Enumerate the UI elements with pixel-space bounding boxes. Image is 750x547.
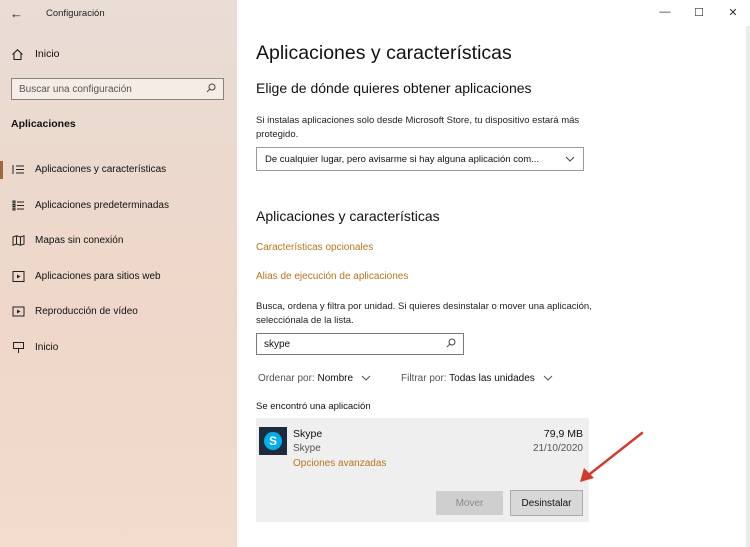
video-icon bbox=[11, 305, 25, 319]
back-arrow-icon[interactable]: ← bbox=[10, 6, 23, 21]
list-icon bbox=[11, 163, 25, 177]
sort-label: Ordenar por: bbox=[258, 373, 315, 384]
advanced-options-link[interactable]: Opciones avanzadas bbox=[293, 458, 386, 469]
optional-features-link[interactable]: Características opcionales bbox=[256, 242, 373, 253]
sidebar-item-web-apps[interactable]: Aplicaciones para sitios web bbox=[0, 259, 237, 295]
sort-by-control[interactable]: Ordenar por: Nombre bbox=[258, 373, 371, 384]
maximize-button[interactable]: ☐ bbox=[682, 0, 716, 24]
search-icon bbox=[446, 338, 456, 351]
sidebar-item-label: Reproducción de vídeo bbox=[35, 306, 138, 318]
chevron-down-icon bbox=[361, 373, 371, 384]
app-source-dropdown[interactable]: De cualquier lugar, pero avisarme si hay… bbox=[256, 147, 584, 171]
web-apps-icon bbox=[11, 269, 25, 283]
page-title: Aplicaciones y características bbox=[256, 42, 512, 64]
app-list-item-skype[interactable]: S Skype Skype Opciones avanzadas 79,9 MB… bbox=[256, 418, 589, 522]
search-icon bbox=[206, 83, 216, 96]
minimize-button[interactable]: — bbox=[648, 0, 682, 24]
skype-icon-letter: S bbox=[264, 432, 282, 450]
move-button[interactable]: Mover bbox=[436, 491, 503, 515]
app-publisher: Skype bbox=[293, 443, 321, 454]
app-title: Configuración bbox=[46, 8, 105, 19]
sidebar-home[interactable]: Inicio bbox=[10, 47, 60, 61]
sidebar-section-title: Aplicaciones bbox=[11, 118, 76, 130]
map-icon bbox=[11, 234, 25, 248]
annotation-arrow-icon bbox=[580, 431, 644, 482]
chevron-down-icon bbox=[565, 154, 575, 164]
sidebar-item-default-apps[interactable]: Aplicaciones predeterminadas bbox=[0, 188, 237, 224]
apps-heading: Aplicaciones y características bbox=[256, 208, 440, 224]
filter-by-drive-control[interactable]: Filtrar por: Todas las unidades bbox=[401, 373, 553, 384]
window-controls: — ☐ ✕ bbox=[648, 0, 750, 26]
drive-value: Todas las unidades bbox=[449, 373, 535, 384]
close-button[interactable]: ✕ bbox=[716, 0, 750, 24]
sidebar-home-label: Inicio bbox=[35, 48, 60, 60]
sidebar-item-label: Aplicaciones para sitios web bbox=[35, 270, 161, 282]
skype-icon: S bbox=[259, 427, 287, 455]
title-bar: ← Configuración bbox=[0, 0, 237, 28]
app-search-value: skype bbox=[264, 338, 291, 350]
dropdown-value: De cualquier lugar, pero avisarme si hay… bbox=[265, 153, 540, 165]
app-name: Skype bbox=[293, 428, 323, 440]
results-count: Se encontró una aplicación bbox=[256, 401, 371, 412]
sort-value: Nombre bbox=[317, 373, 354, 384]
default-apps-icon bbox=[11, 198, 25, 212]
source-description: Si instalas aplicaciones solo desde Micr… bbox=[256, 115, 580, 140]
sidebar-item-label: Mapas sin conexión bbox=[35, 235, 124, 247]
sidebar-item-offline-maps[interactable]: Mapas sin conexión bbox=[0, 223, 237, 259]
drive-label: Filtrar por: bbox=[401, 373, 447, 384]
source-heading: Elige de dónde quieres obtener aplicacio… bbox=[256, 80, 532, 96]
home-icon bbox=[10, 47, 24, 61]
chevron-down-icon bbox=[543, 373, 553, 384]
sidebar-item-video-playback[interactable]: Reproducción de vídeo bbox=[0, 294, 237, 330]
sidebar: ← Configuración Inicio Buscar una config… bbox=[0, 0, 237, 547]
filter-description: Busca, ordena y filtra por unidad. Si qu… bbox=[256, 301, 592, 326]
sidebar-item-label: Aplicaciones y características bbox=[35, 164, 167, 176]
sidebar-item-apps-features[interactable]: Aplicaciones y características bbox=[0, 152, 237, 188]
startup-icon bbox=[11, 340, 25, 354]
sidebar-item-label: Inicio bbox=[35, 341, 59, 353]
sidebar-item-label: Aplicaciones predeterminadas bbox=[35, 199, 169, 211]
sidebar-item-startup[interactable]: Inicio bbox=[0, 330, 237, 366]
sidebar-nav: Aplicaciones y características Aplicacio… bbox=[0, 152, 237, 365]
app-execution-alias-link[interactable]: Alias de ejecución de aplicaciones bbox=[256, 271, 408, 282]
settings-search-input[interactable]: Buscar una configuración bbox=[11, 78, 224, 100]
scrollbar[interactable] bbox=[746, 26, 750, 547]
search-placeholder: Buscar una configuración bbox=[19, 83, 132, 95]
app-search-input[interactable]: skype bbox=[256, 333, 464, 355]
